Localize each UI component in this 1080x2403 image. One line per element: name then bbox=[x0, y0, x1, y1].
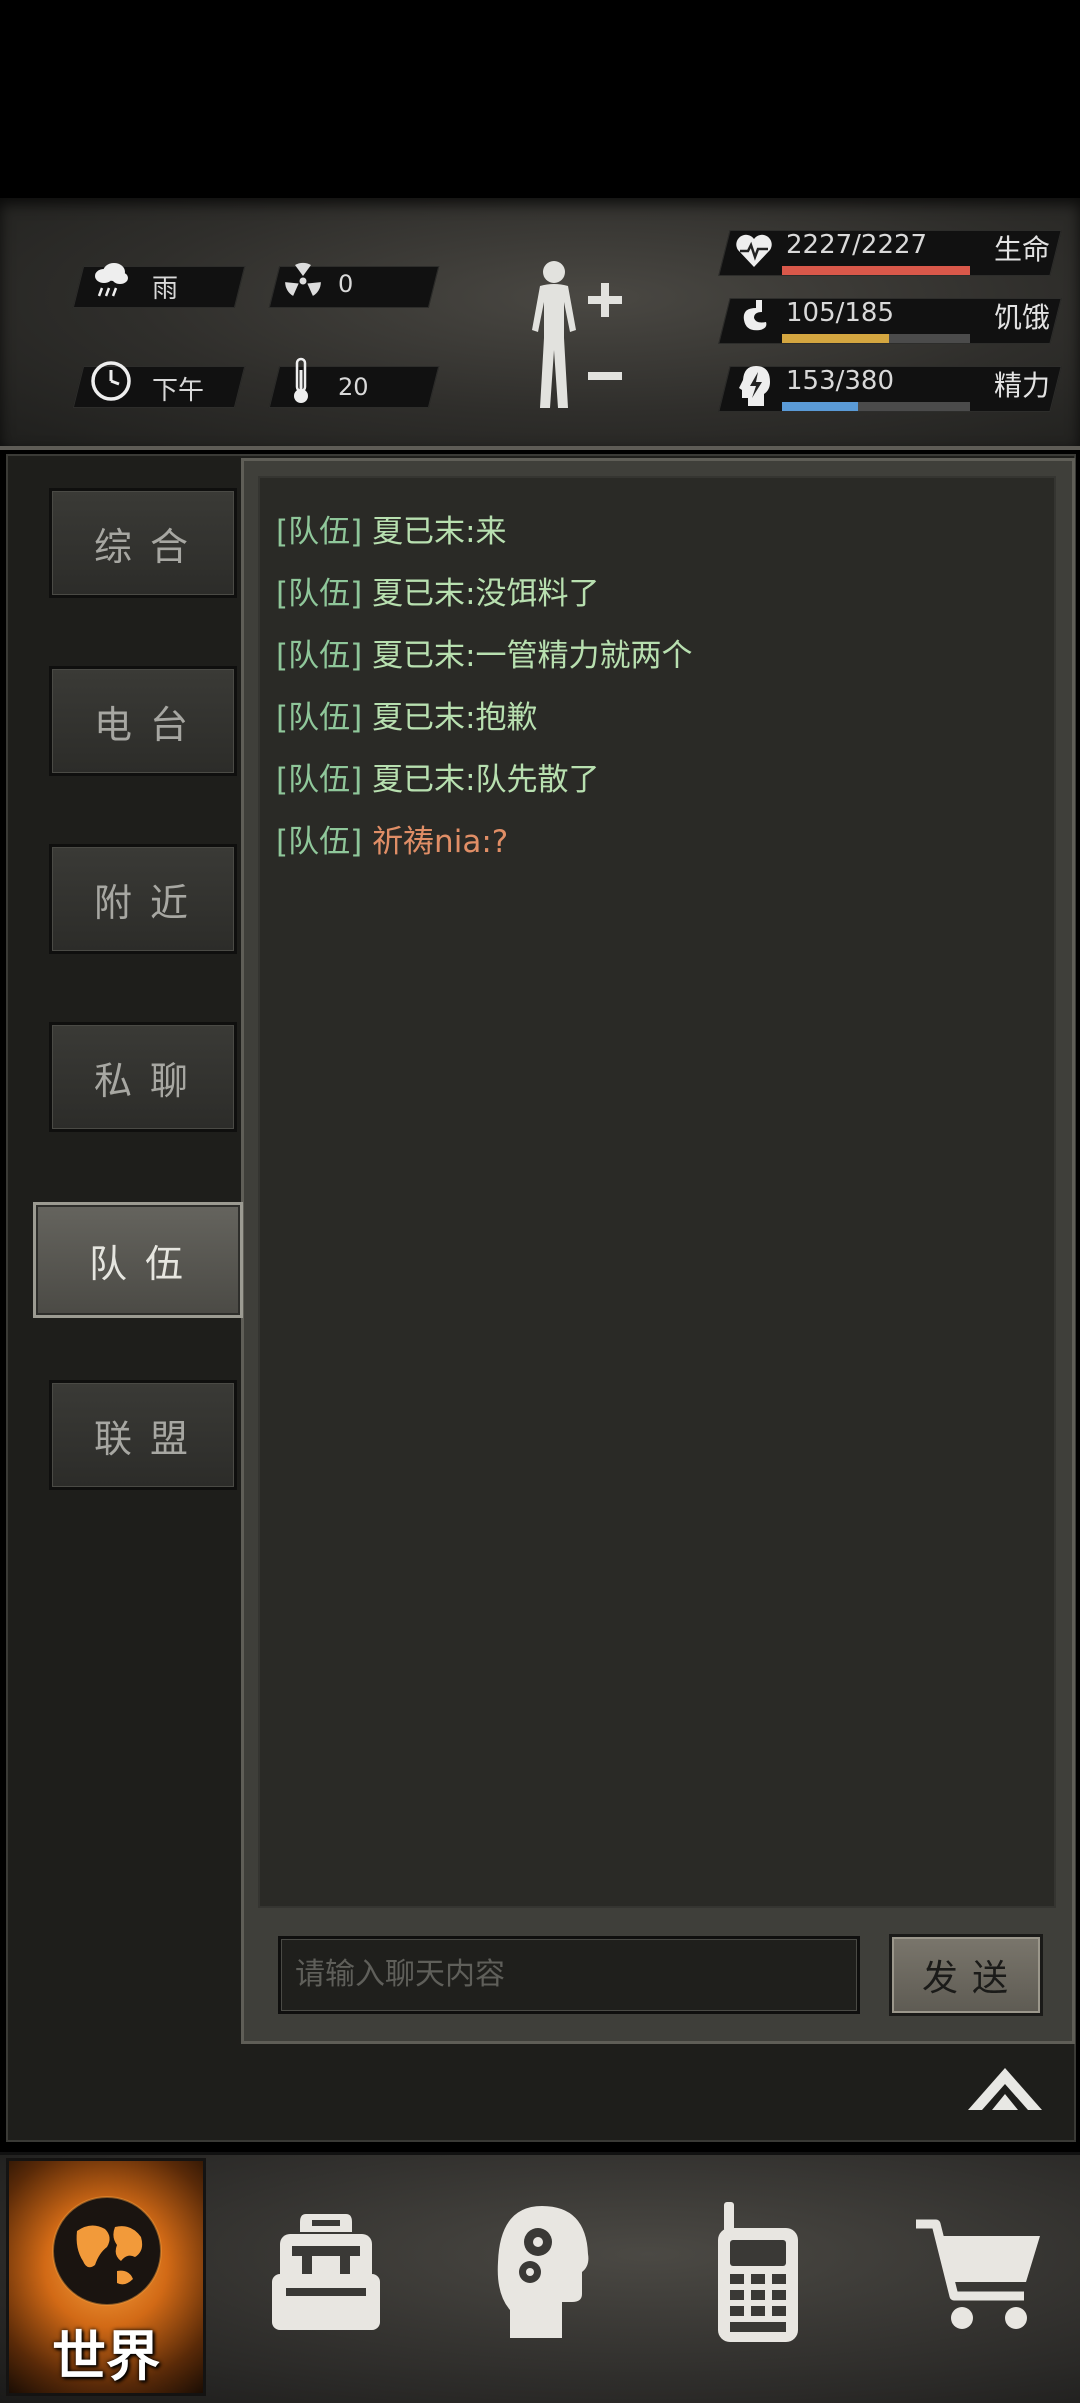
backpack-icon[interactable] bbox=[266, 2206, 386, 2338]
rain-cloud-icon bbox=[95, 263, 128, 297]
tab-general[interactable]: 综合 bbox=[49, 488, 237, 598]
chat-message-text: :队先散了 bbox=[465, 762, 600, 798]
radiation-value: 0 bbox=[338, 270, 354, 298]
shopping-cart-icon[interactable] bbox=[912, 2210, 1046, 2336]
tab-private[interactable]: 私聊 bbox=[49, 1022, 237, 1132]
clock-icon bbox=[91, 361, 131, 401]
chat-message-text: :抱歉 bbox=[465, 700, 538, 736]
chat-message: [队伍] 祈祷nia:? bbox=[276, 816, 508, 861]
chat-sender-name[interactable]: 夏已末 bbox=[372, 638, 465, 674]
chat-message-text: :一管精力就两个 bbox=[465, 638, 693, 674]
heart-pulse-icon bbox=[736, 234, 772, 267]
globe-icon bbox=[52, 2196, 162, 2306]
radiation-icon bbox=[285, 262, 321, 296]
chat-message: [队伍] 夏已末:队先散了 bbox=[276, 754, 600, 799]
hunger-bar-fill bbox=[782, 334, 889, 343]
weather-label: 雨 bbox=[152, 274, 179, 304]
health-bar-fill bbox=[782, 266, 970, 275]
hunger-value: 105/185 bbox=[786, 298, 895, 328]
temperature-value: 20 bbox=[338, 373, 369, 401]
health-value: 2227/2227 bbox=[786, 230, 928, 260]
tab-radio[interactable]: 电台 bbox=[49, 666, 237, 776]
send-button[interactable]: 发送 bbox=[889, 1934, 1043, 2016]
chat-channel-tag: [队伍] bbox=[276, 700, 363, 736]
energy-bar-fill bbox=[782, 402, 858, 411]
chat-input[interactable]: 请输入聊天内容 bbox=[278, 1936, 860, 2014]
chat-message-text: :没饵料了 bbox=[465, 576, 600, 612]
chat-message-text: :来 bbox=[465, 514, 507, 550]
energy-value: 153/380 bbox=[786, 366, 895, 396]
chat-message: [队伍] 夏已末:抱歉 bbox=[276, 692, 538, 737]
chat-channel-tag: [队伍] bbox=[276, 638, 363, 674]
tab-alliance[interactable]: 联盟 bbox=[49, 1380, 237, 1490]
chat-message: [队伍] 夏已末:没饵料了 bbox=[276, 568, 600, 613]
stomach-icon bbox=[743, 300, 767, 331]
chat-sender-name[interactable]: 夏已末 bbox=[372, 514, 465, 550]
chat-sender-name[interactable]: 夏已末 bbox=[372, 762, 465, 798]
brain-bolt-icon bbox=[739, 366, 770, 406]
head-gears-icon[interactable] bbox=[492, 2202, 594, 2342]
thermometer-icon bbox=[294, 357, 308, 403]
chat-sender-name[interactable]: 夏已末 bbox=[372, 700, 465, 736]
chat-message: [队伍] 夏已末:来 bbox=[276, 506, 507, 551]
chat-message: [队伍] 夏已末:一管精力就两个 bbox=[276, 630, 693, 675]
chat-channel-tag: [队伍] bbox=[276, 824, 363, 860]
tab-nearby[interactable]: 附近 bbox=[49, 844, 237, 954]
health-label: 生命 bbox=[994, 233, 1051, 266]
chat-channel-tag: [队伍] bbox=[276, 514, 363, 550]
tab-team[interactable]: 队伍 bbox=[33, 1202, 243, 1318]
energy-label: 精力 bbox=[994, 369, 1051, 402]
energy-bar bbox=[782, 402, 970, 411]
walkie-talkie-icon[interactable] bbox=[712, 2200, 804, 2346]
human-body-icon[interactable] bbox=[518, 258, 628, 414]
chat-log[interactable] bbox=[258, 476, 1056, 1908]
hunger-bar bbox=[782, 334, 970, 343]
chat-sender-name[interactable]: 夏已末 bbox=[372, 576, 465, 612]
hunger-label: 饥饿 bbox=[994, 301, 1051, 334]
collapse-up-icon[interactable] bbox=[966, 2064, 1044, 2116]
health-bar bbox=[782, 266, 970, 275]
chat-channel-tag: [队伍] bbox=[276, 576, 363, 612]
chat-sender-name[interactable]: 祈祷nia bbox=[372, 824, 481, 860]
nav-world-label: 世界 bbox=[52, 2325, 160, 2388]
chat-channel-tag: [队伍] bbox=[276, 762, 363, 798]
status-hud: 雨 0 下午 20 2227/2227 生命 105/185 饥饿 153/38… bbox=[0, 198, 1080, 450]
time-label: 下午 bbox=[152, 376, 205, 406]
chat-message-text: :? bbox=[481, 824, 509, 860]
